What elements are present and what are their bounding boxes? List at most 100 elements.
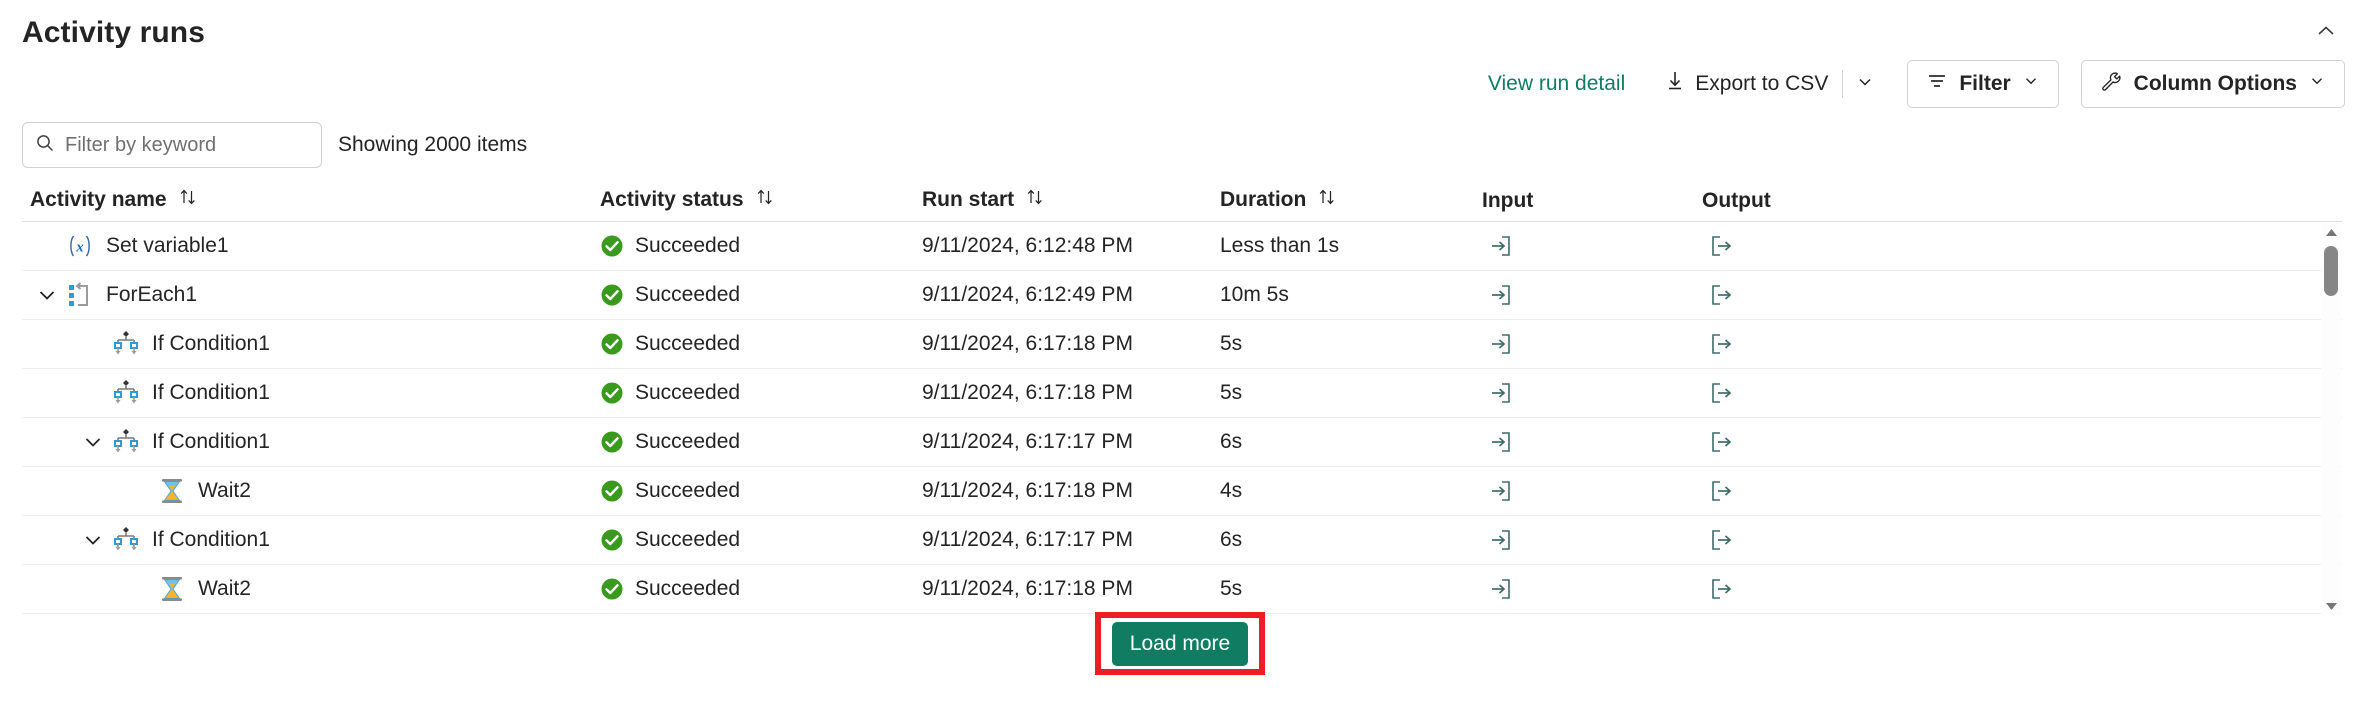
filter-button[interactable]: Filter [1907,60,2059,108]
column-header-start[interactable]: Run start [922,187,1220,213]
output-arrow-icon[interactable] [1706,525,1736,555]
cell-output [1702,574,2002,604]
if-condition-icon [110,426,142,458]
output-arrow-icon[interactable] [1706,280,1736,310]
output-arrow-icon[interactable] [1706,476,1736,506]
cell-activity-status: Succeeded [600,430,922,454]
cell-run-start: 9/11/2024, 6:17:18 PM [922,381,1133,404]
if-condition-icon [110,377,142,409]
cell-run-start: 9/11/2024, 6:17:17 PM [922,528,1133,551]
column-header-label: Output [1702,189,1771,212]
sort-arrows-icon[interactable] [178,187,198,213]
foreach-loop-icon [64,279,96,311]
vertical-scrollbar[interactable] [2321,222,2341,616]
sort-arrows-icon[interactable] [755,187,775,213]
output-arrow-icon[interactable] [1706,329,1736,359]
scrollbar-thumb[interactable] [2324,246,2338,296]
column-header-dur[interactable]: Duration [1220,187,1482,213]
activity-name-label: ForEach1 [106,283,198,306]
input-arrow-icon[interactable] [1486,525,1516,555]
status-badge: Succeeded [635,283,741,306]
row-expand-toggle[interactable] [30,278,64,312]
input-arrow-icon[interactable] [1486,476,1516,506]
cell-activity-name: If Condition1 [22,327,600,361]
table-row[interactable]: x Set variable1 Succeeded 9/11/2024, 6:12:4… [22,222,2342,271]
success-check-icon [600,479,624,503]
status-badge: Succeeded [635,430,741,453]
search-box[interactable] [22,122,322,168]
status-badge: Succeeded [635,528,741,551]
cell-output [1702,378,2002,408]
load-more-button[interactable]: Load more [1111,621,1249,666]
export-to-csv-label: Export to CSV [1695,72,1829,95]
scroll-down-arrow-icon[interactable] [2321,596,2341,616]
activity-runs-table: Activity name Activity status Run start Dur… [22,180,2342,616]
export-to-csv-button[interactable]: Export to CSV [1653,62,1840,106]
column-header-status[interactable]: Activity status [600,187,922,213]
table-row[interactable]: Wait2 Succeeded 9/11/2024, 6:17:18 PM 4s [22,467,2342,516]
cell-run-start: 9/11/2024, 6:12:48 PM [922,234,1133,257]
cell-input [1482,378,1702,408]
output-arrow-icon[interactable] [1706,231,1736,261]
sort-arrows-icon[interactable] [1025,187,1045,213]
table-row[interactable]: ForEach1 Succeeded 9/11/2024, 6:12:49 PM 10… [22,271,2342,320]
cell-run-start: 9/11/2024, 6:17:17 PM [922,430,1133,453]
input-arrow-icon[interactable] [1486,574,1516,604]
output-arrow-icon[interactable] [1706,574,1736,604]
scrollbar-track[interactable] [2321,242,2341,596]
column-header-label: Run start [922,188,1015,211]
search-icon [35,133,55,158]
cell-activity-status: Succeeded [600,577,922,601]
filter-row: Showing 2000 items [22,122,527,168]
table-row[interactable]: If Condition1 Succeeded 9/11/2024, 6:17:17… [22,516,2342,565]
chevron-up-icon [2315,20,2337,47]
chevron-down-icon [2022,72,2040,96]
table-header-row: Activity name Activity status Run start Dur… [22,180,2342,222]
output-arrow-icon[interactable] [1706,427,1736,457]
output-arrow-icon[interactable] [1706,378,1736,408]
input-arrow-icon[interactable] [1486,231,1516,261]
activity-name-label: If Condition1 [152,528,270,551]
column-header-in: Input [1482,189,1702,213]
cell-duration: 5s [1220,381,1243,404]
cell-input [1482,525,1702,555]
success-check-icon [600,283,624,307]
view-run-detail-link[interactable]: View run detail [1474,60,1639,108]
cell-activity-name: If Condition1 [22,425,600,459]
activity-name-label: If Condition1 [152,381,270,404]
search-input[interactable] [65,133,309,157]
export-options-caret-button[interactable] [1845,62,1885,106]
column-header-label: Input [1482,189,1534,212]
input-arrow-icon[interactable] [1486,329,1516,359]
status-badge: Succeeded [635,479,741,502]
status-badge: Succeeded [635,332,741,355]
row-expand-toggle[interactable] [76,523,110,557]
column-options-button[interactable]: Column Options [2080,60,2345,108]
success-check-icon [600,234,624,258]
activity-name-label: If Condition1 [152,332,270,355]
set-variable-icon: x [64,230,96,262]
input-arrow-icon[interactable] [1486,378,1516,408]
table-row[interactable]: If Condition1 Succeeded 9/11/2024, 6:17:18… [22,369,2342,418]
table-row[interactable]: If Condition1 Succeeded 9/11/2024, 6:17:17… [22,418,2342,467]
success-check-icon [600,430,624,454]
activity-name-label: If Condition1 [152,430,270,453]
cell-activity-name: ForEach1 [22,278,600,312]
collapse-panel-button[interactable] [2309,16,2343,50]
success-check-icon [600,528,624,552]
cell-input [1482,574,1702,604]
column-header-name[interactable]: Activity name [22,187,600,213]
if-condition-icon [110,328,142,360]
cell-activity-status: Succeeded [600,283,922,307]
sort-arrows-icon[interactable] [1317,187,1337,213]
table-row[interactable]: Wait2 Succeeded 9/11/2024, 6:17:18 PM 5s [22,565,2342,614]
cell-duration: 10m 5s [1220,283,1289,306]
cell-duration: Less than 1s [1220,234,1340,257]
input-arrow-icon[interactable] [1486,427,1516,457]
table-row[interactable]: If Condition1 Succeeded 9/11/2024, 6:17:18… [22,320,2342,369]
row-expand-toggle[interactable] [76,425,110,459]
input-arrow-icon[interactable] [1486,280,1516,310]
download-arrow-icon [1665,70,1685,98]
scroll-up-arrow-icon[interactable] [2321,222,2341,242]
cell-run-start: 9/11/2024, 6:17:18 PM [922,577,1133,600]
